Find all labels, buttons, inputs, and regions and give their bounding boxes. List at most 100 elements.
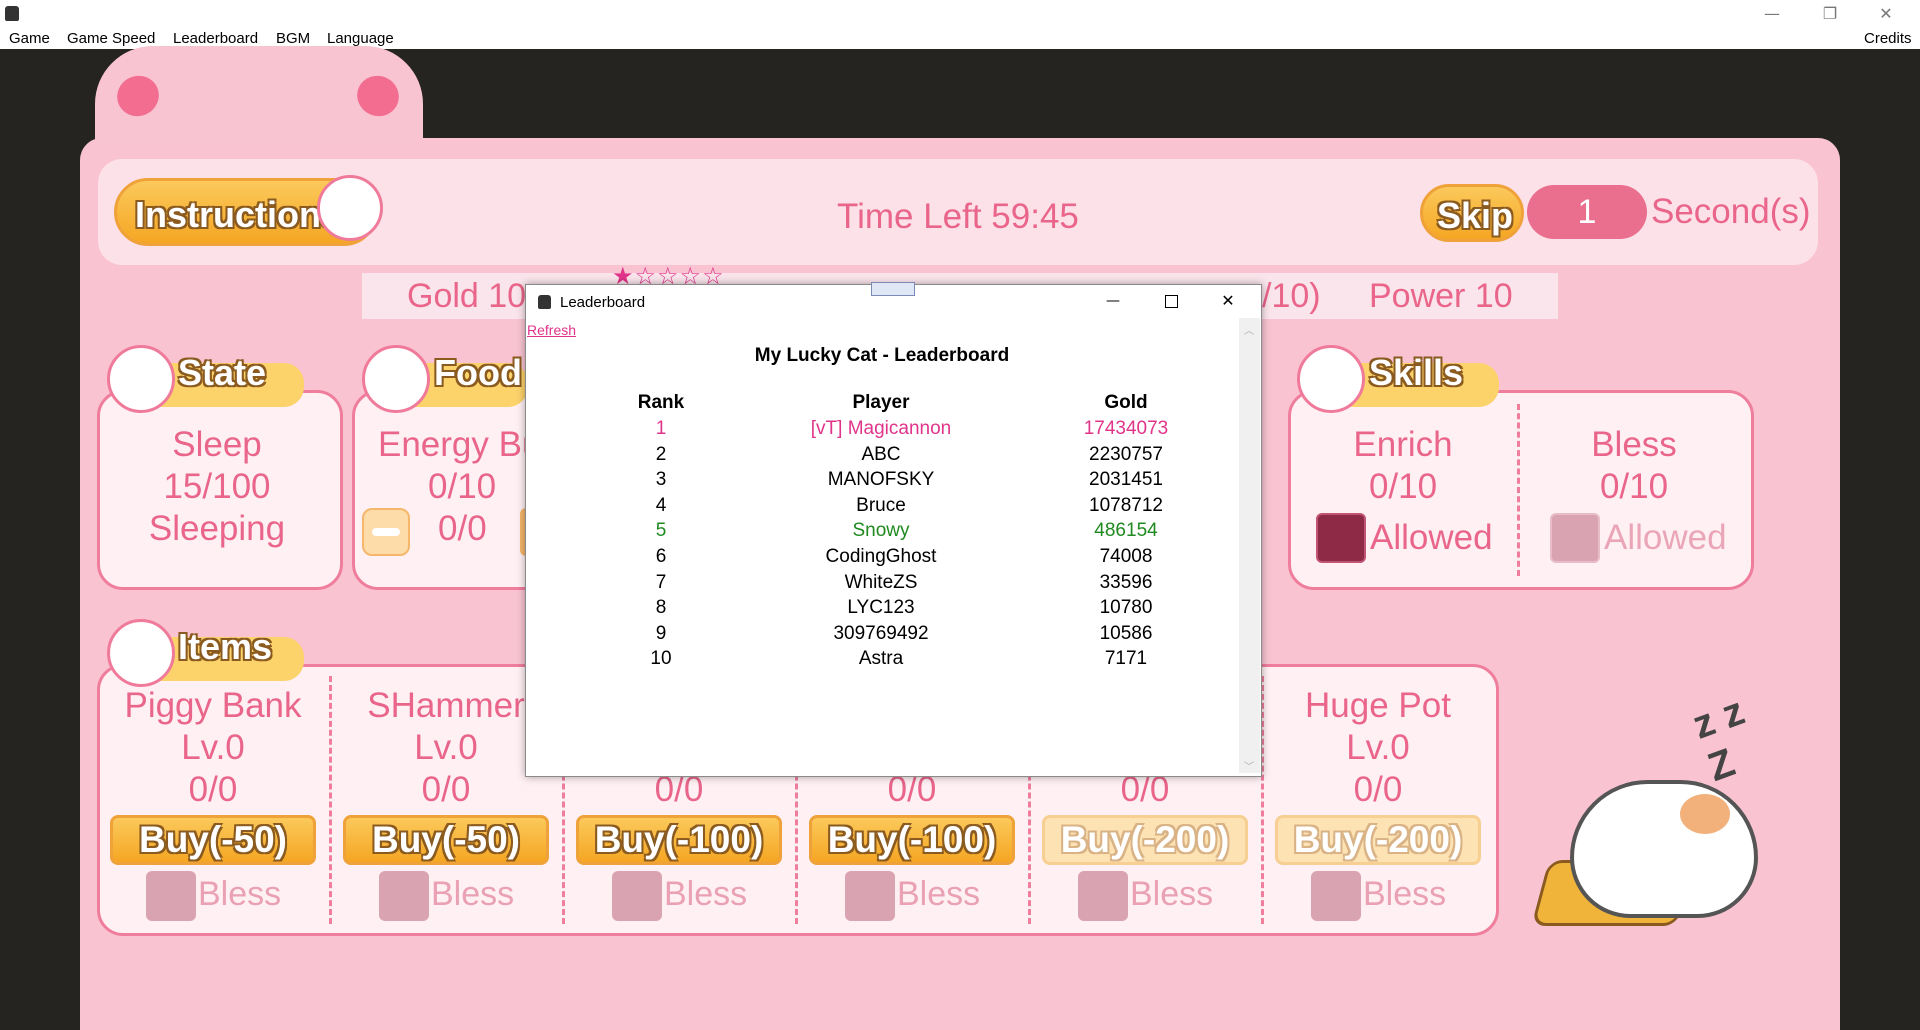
enrich-checkbox[interactable] [1316,513,1366,563]
item-count: 0/0 [1353,770,1403,809]
cell-rank: 6 [655,546,667,567]
cell-gold: 2230757 [1089,443,1163,465]
food-toggle-button[interactable] [362,508,410,556]
menu-leaderboard[interactable]: Leaderboard [173,30,258,47]
enrich-status: Allowed [1370,518,1493,557]
item-level: Lv.0 [181,728,245,767]
seconds-label: Second(s) [1651,192,1811,231]
bless-checkbox[interactable] [1078,871,1128,921]
power-stat: Power 10 [1369,277,1513,315]
title-bar: — ❐ ✕ [0,0,1920,29]
skip-button[interactable]: Skip [1420,184,1524,242]
cell-player: CodingGhost [825,546,937,567]
cell-player: 309769492 [833,622,929,644]
leaderboard-row: 10 Astra 7171 [526,648,1261,673]
refresh-link[interactable]: Refresh [527,322,576,338]
menu-bgm[interactable]: BGM [276,30,310,47]
cell-gold: 2031451 [1089,469,1163,491]
buy-button[interactable]: Buy(-100) [809,815,1015,865]
left-ear [110,68,166,124]
cell-rank: 10 [650,648,672,670]
cell-player: Bruce [856,494,906,516]
buy-button[interactable]: Buy(-50) [110,815,316,865]
dialog-title-bar: Leaderboard — ✕ [526,285,1261,317]
buy-button[interactable]: Buy(-200) [1275,815,1481,865]
bless-status: Allowed [1604,518,1727,557]
gold-stat: Gold 10 [407,277,527,315]
maximize-icon [1165,295,1178,308]
buy-button[interactable]: Buy(-50) [343,815,549,865]
bless-checkbox[interactable] [379,871,429,921]
cell-player: MANOFSKY [827,469,935,491]
cell-gold: 74008 [1099,546,1153,567]
bless-label: Bless [1130,875,1214,913]
buy-label: Buy(-50) [138,819,288,860]
cell-gold: 1078712 [1089,494,1163,516]
dialog-maximize-button[interactable] [1151,289,1191,313]
time-left: Time Left 59:45 [837,197,1079,236]
instructions-button[interactable]: Instructions [114,175,383,246]
bless-checkbox[interactable] [1311,871,1361,921]
food-line-1: Energy Bu [378,425,542,464]
minus-icon [372,528,400,536]
buy-button[interactable]: Buy(-100) [576,815,782,865]
scroll-down-icon[interactable]: ﹀ [1244,758,1254,773]
menu-game-speed[interactable]: Game Speed [67,30,155,47]
buy-button[interactable]: Buy(-200) [1042,815,1248,865]
bless-label: Bless [897,875,981,913]
cell-gold: 7171 [1104,648,1148,670]
paw-icon [317,175,383,241]
state-title: State [178,352,267,393]
menu-game[interactable]: Game [9,30,50,47]
bless-checkbox[interactable] [1550,513,1600,563]
partial-stat: /10) [1262,277,1321,315]
cell-gold: 33596 [1099,571,1153,593]
col-rank-header: Rank [637,392,685,413]
enrich-name: Enrich [1353,425,1453,464]
leaderboard-row: 9 309769492 10586 [526,623,1261,648]
items-title: Items [178,626,273,667]
cell-player: LYC123 [847,597,915,619]
cell-player: WhiteZS [844,571,918,593]
leaderboard-row: 7 WhiteZS 33596 [526,572,1261,597]
dialog-close-button[interactable]: ✕ [1208,289,1248,313]
paw-icon [107,345,175,413]
menu-credits[interactable]: Credits [1864,30,1912,47]
cell-player: Astra [858,648,904,670]
cell-player: Snowy [852,520,910,542]
bless-label: Bless [1363,875,1447,913]
leaderboard-dialog: Leaderboard — ✕ Refresh ︿ ﹀ My Lucky Cat… [525,282,1262,777]
dialog-minimize-button[interactable]: — [1093,289,1133,313]
restore-button[interactable]: ❐ [1810,2,1850,26]
state-line-1: Sleep [172,425,262,464]
bless-label: Bless [431,875,515,913]
menu-language[interactable]: Language [327,30,394,47]
app-icon [5,6,19,21]
leaderboard-row: 5 Snowy 486154 [526,520,1261,545]
food-line-2: 0/10 [428,467,497,506]
bless-checkbox[interactable] [612,871,662,921]
leaderboard-heading: My Lucky Cat - Leaderboard [754,345,1010,366]
bless-checkbox[interactable] [845,871,895,921]
food-line-3: 0/0 [438,509,487,548]
buy-label: Buy(-100) [827,819,997,860]
right-ear [350,68,406,124]
cell-rank: 7 [655,571,667,593]
cell-gold: 10586 [1099,622,1153,644]
minimize-button[interactable]: — [1752,2,1792,26]
leaderboard-row: 3 MANOFSKY 2031451 [526,469,1261,494]
dialog-title: Leaderboard [560,294,646,311]
close-button[interactable]: ✕ [1866,2,1906,26]
skip-label: Skip [1437,195,1514,236]
scroll-up-icon[interactable]: ︿ [1244,322,1254,337]
leaderboard-row: 6 CodingGhost 74008 [526,546,1261,571]
buy-label: Buy(-50) [371,819,521,860]
enrich-count: 0/10 [1368,467,1438,506]
bless-count: 0/10 [1599,467,1669,506]
skip-seconds-input[interactable]: 1 [1527,185,1647,239]
cell-rank: 2 [655,443,667,465]
cell-gold: 486154 [1094,520,1158,542]
bless-checkbox[interactable] [146,871,196,921]
cell-player: ABC [861,443,901,465]
col-gold-header: Gold [1104,392,1148,413]
